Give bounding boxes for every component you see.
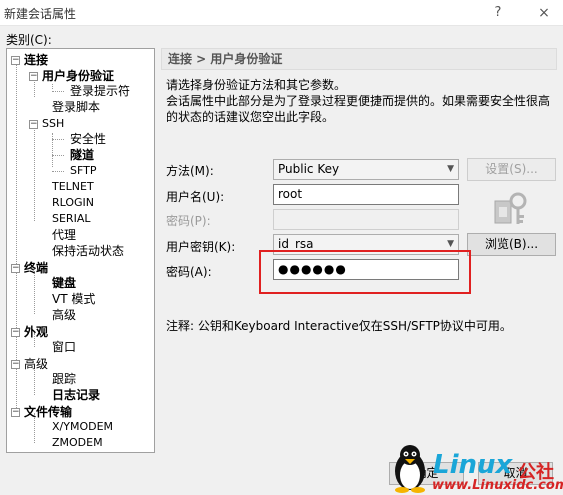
penguin-logo-icon bbox=[395, 445, 425, 493]
tree-item-terminal-advanced[interactable]: 高级 bbox=[52, 307, 76, 323]
category-tree[interactable]: − − − − − − − 连接 用户身份验证 登录提示符 登录脚本 SSH 安… bbox=[6, 48, 155, 453]
password-input[interactable] bbox=[273, 209, 459, 230]
tree-item-logging[interactable]: 日志记录 bbox=[52, 387, 100, 403]
collapse-icon[interactable]: − bbox=[11, 264, 20, 273]
tree-item-ssh[interactable]: SSH bbox=[42, 116, 64, 132]
browse-button[interactable]: 浏览(B)... bbox=[467, 233, 556, 256]
username-input[interactable]: root bbox=[273, 184, 459, 205]
watermark-brand: Linux bbox=[433, 450, 513, 480]
collapse-icon[interactable]: − bbox=[11, 328, 20, 337]
tree-item-login-script[interactable]: 登录脚本 bbox=[52, 99, 100, 115]
tree-item-rlogin[interactable]: RLOGIN bbox=[52, 195, 94, 211]
tree-item-terminal[interactable]: 终端 bbox=[24, 260, 48, 276]
method-label: 方法(M): bbox=[166, 164, 214, 178]
username-label: 用户名(U): bbox=[166, 190, 225, 204]
title-bar: 新建会话属性 ? × bbox=[0, 0, 563, 26]
collapse-icon[interactable]: − bbox=[29, 120, 38, 129]
key-icon bbox=[494, 192, 527, 224]
panel-description: 请选择身份验证方法和其它参数。 bbox=[166, 78, 347, 92]
tree-item-keyboard[interactable]: 键盘 bbox=[52, 275, 76, 291]
highlight-box bbox=[259, 250, 471, 294]
tree-item-tunnel[interactable]: 隧道 bbox=[70, 147, 94, 163]
settings-button[interactable]: 设置(S)... bbox=[467, 158, 556, 181]
tree-item-telnet[interactable]: TELNET bbox=[52, 179, 94, 195]
note-text: 注释: 公钥和Keyboard Interactive仅在SSH/SFTP协议中… bbox=[166, 319, 512, 333]
category-label: 类别(C): bbox=[6, 33, 52, 47]
tree-item-serial[interactable]: SERIAL bbox=[52, 211, 90, 227]
tree-item-login-prompt[interactable]: 登录提示符 bbox=[70, 83, 130, 99]
tree-item-vt-mode[interactable]: VT 模式 bbox=[52, 291, 95, 307]
method-select[interactable]: Public Key ▼ bbox=[273, 159, 459, 180]
panel-description-detail: 会话属性中此部分是为了登录过程更便捷而提供的。如果需要安全性很高的状态的话建议您… bbox=[166, 94, 551, 124]
close-icon[interactable]: × bbox=[533, 3, 555, 23]
tree-item-proxy[interactable]: 代理 bbox=[52, 227, 76, 243]
password-label: 密码(P): bbox=[166, 214, 211, 228]
tree-item-window[interactable]: 窗口 bbox=[52, 339, 76, 355]
tree-item-sftp[interactable]: SFTP bbox=[70, 163, 96, 179]
window-title: 新建会话属性 bbox=[4, 7, 77, 21]
collapse-icon[interactable]: − bbox=[29, 72, 38, 81]
tree-item-trace[interactable]: 跟踪 bbox=[52, 371, 76, 387]
tree-item-appearance[interactable]: 外观 bbox=[24, 324, 48, 340]
user-key-value: id_rsa bbox=[278, 237, 314, 251]
help-icon[interactable]: ? bbox=[487, 3, 509, 23]
tree-item-file-transfer[interactable]: 文件传输 bbox=[24, 404, 72, 420]
collapse-icon[interactable]: − bbox=[11, 360, 20, 369]
watermark-url: www.Linuxidc.com bbox=[432, 478, 563, 493]
tree-item-advanced[interactable]: 高级 bbox=[24, 356, 48, 372]
passphrase-label: 密码(A): bbox=[166, 265, 212, 279]
collapse-icon[interactable]: − bbox=[11, 56, 20, 65]
method-value: Public Key bbox=[278, 162, 340, 176]
tree-item-connection[interactable]: 连接 bbox=[24, 52, 48, 68]
tree-item-xymodem[interactable]: X/YMODEM bbox=[52, 419, 113, 435]
user-key-label: 用户密钥(K): bbox=[166, 240, 236, 254]
panel-breadcrumb: 连接 > 用户身份验证 bbox=[161, 48, 557, 70]
tree-item-keepalive[interactable]: 保持活动状态 bbox=[52, 243, 124, 259]
tree-item-user-auth[interactable]: 用户身份验证 bbox=[42, 68, 114, 84]
tree-item-zmodem[interactable]: ZMODEM bbox=[52, 435, 103, 451]
collapse-icon[interactable]: − bbox=[11, 408, 20, 417]
tree-item-security[interactable]: 安全性 bbox=[70, 131, 106, 147]
chevron-down-icon: ▼ bbox=[447, 164, 454, 174]
